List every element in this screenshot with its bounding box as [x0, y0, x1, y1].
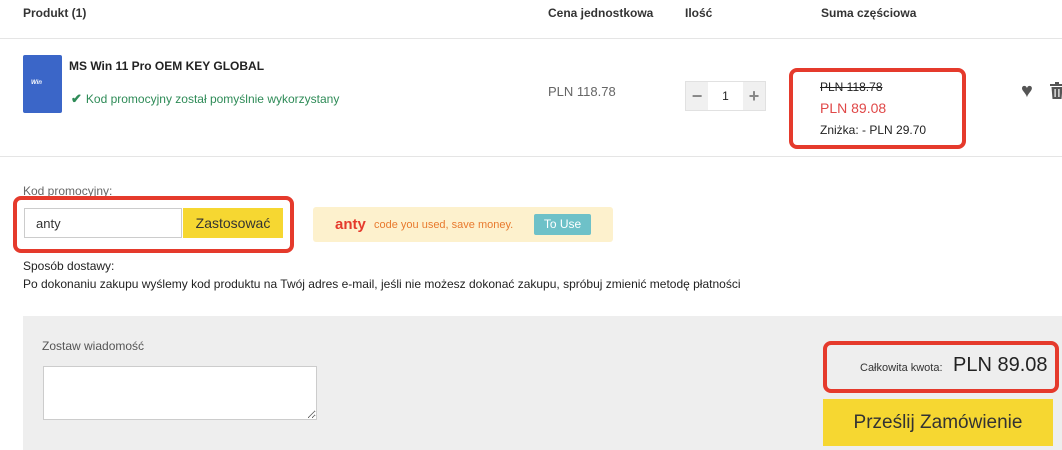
banner-text: code you used, save money. [374, 219, 514, 231]
total-label: Całkowita kwota: [860, 362, 943, 374]
header-subtotal: Suma częściowa [821, 6, 917, 20]
promo-success-text: Kod promocyjny został pomyślnie wykorzys… [85, 92, 340, 106]
apply-promo-button[interactable]: Zastosować [183, 208, 283, 238]
original-price: PLN 118.78 [820, 80, 883, 94]
quantity-input[interactable]: 1 [708, 82, 743, 110]
quantity-stepper: − 1 + [685, 81, 766, 111]
submit-order-button[interactable]: Prześlij Zamówienie [823, 399, 1053, 446]
message-label: Zostaw wiadomość [42, 339, 145, 353]
header-divider [0, 38, 1062, 39]
product-name[interactable]: MS Win 11 Pro OEM KEY GLOBAL [69, 59, 264, 73]
thumbnail-text: Win [31, 80, 42, 86]
promo-success-message: ✔ Kod promocyjny został pomyślnie wykorzy… [71, 91, 339, 107]
total-value: PLN 89.08 [953, 354, 1048, 376]
to-use-button[interactable]: To Use [534, 214, 591, 235]
unit-price: PLN 118.78 [548, 84, 616, 99]
header-unit-price: Cena jednostkowa [548, 6, 654, 20]
header-quantity: Ilość [685, 6, 713, 20]
shipping-method-label: Sposób dostawy: [23, 259, 115, 273]
quantity-increase-button[interactable]: + [743, 82, 765, 110]
quantity-decrease-button[interactable]: − [686, 82, 708, 110]
header-product: Produkt (1) [23, 6, 87, 20]
message-textarea[interactable] [43, 366, 317, 420]
discounted-price: PLN 89.08 [820, 100, 887, 116]
heart-icon[interactable]: ♥ [1021, 80, 1033, 103]
promo-banner: anty code you used, save money. To Use [313, 207, 613, 242]
product-thumbnail[interactable]: Win [23, 55, 62, 113]
trash-icon[interactable] [1050, 82, 1062, 99]
promo-code-input[interactable] [24, 208, 182, 238]
row-divider [0, 156, 1062, 157]
banner-promo-code: anty [335, 216, 366, 233]
discount-amount: Zniżka: - PLN 29.70 [820, 123, 927, 137]
shipping-info: Po dokonaniu zakupu wyślemy kod produktu… [23, 277, 741, 291]
check-icon: ✔ [71, 91, 82, 106]
